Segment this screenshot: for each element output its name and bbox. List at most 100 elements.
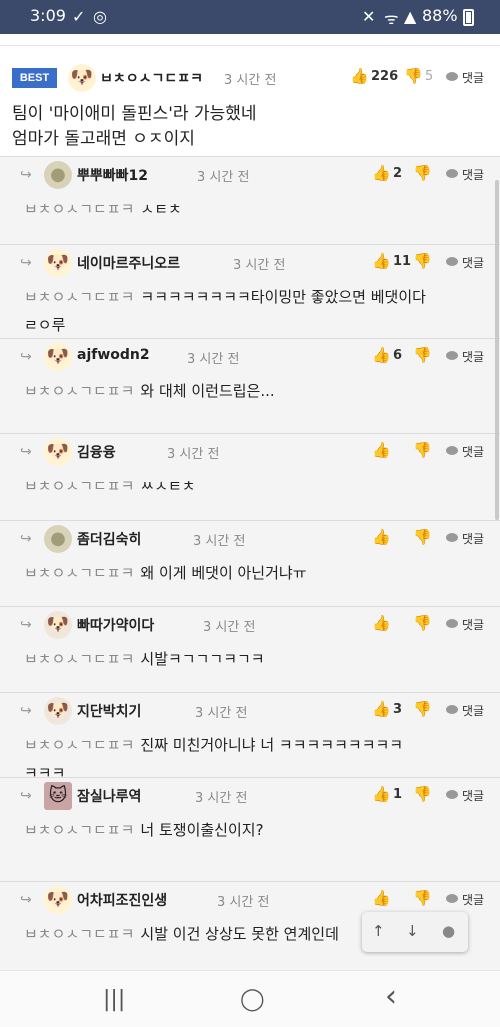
comment-body: ㅂㅊㅇㅅㄱㄷㅍㅋ ㅆㅅㅌㅊ <box>24 472 494 500</box>
home-icon[interactable]: ◯ <box>240 987 265 1012</box>
thumbs-down-icon[interactable]: 👎 <box>413 889 432 907</box>
comment-body: 팀이 '마이애미 돌핀스'라 가능했네 엄마가 돌고래면 ㅇㅈ이지 <box>12 102 257 152</box>
scrollbar[interactable] <box>495 180 499 520</box>
comment-line: ㅂㅊㅇㅅㄱㄷㅍㅋ 너 토쟁이출신이지? <box>24 816 494 844</box>
reply-button[interactable]: 댓글 <box>446 530 484 547</box>
mentioned-author[interactable]: ㅂㅊㅇㅅㄱㄷㅍㅋ <box>24 821 134 839</box>
reply-button[interactable]: 댓글 <box>446 443 484 460</box>
scroll-down-icon[interactable]: ↓ <box>406 922 419 940</box>
comment-line: ㅂㅊㅇㅅㄱㄷㅍㅋ ㅋㅋㅋㅋㅋㅋㅋㅋ타이밍만 좋았으면 베댓이다 <box>24 283 494 311</box>
reply-comment: ↪ 🐶 빠따가약이다 3 시간 전 👍 👎 댓글 ㅂㅊㅇㅅㄱㄷㅍㅋ 시발ㅋㄱㄱㄱㅋㄱㅋ <box>0 607 500 693</box>
reply-label: 댓글 <box>462 618 485 632</box>
reply-button[interactable]: 댓글 <box>446 702 484 719</box>
comment-line: ㅂㅊㅇㅅㄱㄷㅍㅋ 시발ㅋㄱㄱㄱㅋㄱㅋ <box>24 645 494 673</box>
battery-icon <box>463 9 474 26</box>
nickname[interactable]: 뿌뿌빠빠12 <box>77 165 148 185</box>
comment-text: ㅅㅌㅊ <box>140 200 182 218</box>
thumbs-up-icon[interactable]: 👍 <box>372 614 391 632</box>
chat-icon[interactable]: ● <box>442 922 455 940</box>
scroll-up-icon[interactable]: ↑ <box>372 922 385 940</box>
reply-arrow-icon: ↪ <box>20 703 32 719</box>
avatar: 🐶 <box>44 249 72 277</box>
mentioned-author[interactable]: ㅂㅊㅇㅅㄱㄷㅍㅋ <box>24 477 134 495</box>
avatar: 🐶 <box>68 64 96 92</box>
mentioned-author[interactable]: ㅂㅊㅇㅅㄱㄷㅍㅋ <box>24 925 134 943</box>
reply-label: 댓글 <box>462 532 485 546</box>
floating-toolbar: ↑ ↓ ● <box>362 912 468 952</box>
nickname[interactable]: 지단박치기 <box>77 701 141 721</box>
thumbs-down-icon[interactable]: 👎 <box>413 700 432 718</box>
reply-arrow-icon: ↪ <box>20 892 32 908</box>
reply-label: 댓글 <box>462 350 485 364</box>
mentioned-author[interactable]: ㅂㅊㅇㅅㄱㄷㅍㅋ <box>24 650 134 668</box>
thumbs-up-icon[interactable]: 👍 <box>372 700 391 718</box>
thumbs-down-icon[interactable]: 👎 <box>413 528 432 546</box>
comment-line: ㅂㅊㅇㅅㄱㄷㅍㅋ 와 대체 이런드립은... <box>24 377 494 405</box>
nickname[interactable]: 잠실나루역 <box>77 786 141 806</box>
thumbs-down-icon[interactable]: 👎 <box>413 346 432 364</box>
thumbs-up-icon[interactable]: 👍 <box>372 889 391 907</box>
nickname[interactable]: 좀더김숙히 <box>77 529 141 549</box>
reply-button[interactable]: 댓글 <box>446 348 484 365</box>
recent-apps-icon[interactable]: ||| <box>103 987 125 1012</box>
nickname[interactable]: 어차피조진인생 <box>77 890 167 910</box>
thumbs-down-icon[interactable]: 👎 <box>413 164 432 182</box>
reply-comment: ↪ 🐶 ajfwodn2 3 시간 전 👍 6 👎 댓글 ㅂㅊㅇㅅㄱㄷㅍㅋ 와 대체 이런드립은.… <box>0 339 500 434</box>
reply-label: 댓글 <box>462 704 485 718</box>
chat-bubble-icon <box>446 894 458 903</box>
comment-text: ㅆㅅㅌㅊ <box>140 477 196 495</box>
nickname[interactable]: 네이마르주니오르 <box>77 253 180 273</box>
avatar: 🐶 <box>44 343 72 371</box>
reply-button[interactable]: 댓글 <box>446 166 484 183</box>
comment-text: 와 대체 이런드립은... <box>140 382 275 400</box>
chat-bubble-icon <box>446 351 458 360</box>
comment-text: 진짜 미친거아니냐 너 ㅋㅋㅋㅋㅋㅋㅋㅋㅋ <box>140 736 404 754</box>
divider <box>0 34 500 46</box>
back-icon[interactable]: ‹ <box>385 979 397 1014</box>
avatar: 🐶 <box>44 611 72 639</box>
dislike-count: 5 <box>425 69 434 84</box>
comment-body: ㅂㅊㅇㅅㄱㄷㅍㅋ ㅅㅌㅊ <box>24 195 494 223</box>
thumbs-down-icon[interactable]: 👎 <box>413 252 432 270</box>
reply-button[interactable]: 댓글 <box>446 787 484 804</box>
avatar: 🐶 <box>44 438 72 466</box>
nickname[interactable]: 빠따가약이다 <box>77 615 154 635</box>
check-icon: ✓ <box>72 7 86 26</box>
reply-comment: ↪ 🐶 네이마르주니오르 3 시간 전 👍 11 👎 댓글 ㅂㅊㅇㅅㄱㄷㅍㅋ ㅋㅋㅋㅋㅋㅋㅋㅋ타이… <box>0 245 500 339</box>
thumbs-down-icon[interactable]: 👎 <box>404 67 423 85</box>
nickname[interactable]: 김융융 <box>77 442 116 462</box>
globe-icon: ◎ <box>93 7 107 26</box>
mentioned-author[interactable]: ㅂㅊㅇㅅㄱㄷㅍㅋ <box>24 288 134 306</box>
reply-comment: ↪ ● 뿌뿌빠빠12 3 시간 전 👍 2 👎 댓글 ㅂㅊㅇㅅㄱㄷㅍㅋ ㅅㅌㅊ <box>0 157 500 245</box>
thumbs-up-icon[interactable]: 👍 <box>372 785 391 803</box>
thumbs-up-icon[interactable]: 👍 <box>350 67 369 85</box>
thumbs-up-icon[interactable]: 👍 <box>372 528 391 546</box>
thumbs-down-icon[interactable]: 👎 <box>413 614 432 632</box>
timestamp: 3 시간 전 <box>197 170 250 185</box>
mentioned-author[interactable]: ㅂㅊㅇㅅㄱㄷㅍㅋ <box>24 200 134 218</box>
thumbs-up-icon[interactable]: 👍 <box>372 252 391 270</box>
comment-line: ㅂㅊㅇㅅㄱㄷㅍㅋ ㅆㅅㅌㅊ <box>24 472 494 500</box>
reply-comment: ↪ 🐱 잠실나루역 3 시간 전 👍 1 👎 댓글 ㅂㅊㅇㅅㄱㄷㅍㅋ 너 토쟁이출신이지? <box>0 778 500 882</box>
reply-arrow-icon: ↪ <box>20 788 32 804</box>
nickname[interactable]: ㅂㅊㅇㅅㄱㄷㅍㅋ <box>100 68 203 88</box>
timestamp: 3 시간 전 <box>195 706 248 721</box>
thumbs-up-icon[interactable]: 👍 <box>372 346 391 364</box>
nickname[interactable]: ajfwodn2 <box>77 347 150 363</box>
thumbs-down-icon[interactable]: 👎 <box>413 441 432 459</box>
thumbs-up-icon[interactable]: 👍 <box>372 164 391 182</box>
thumbs-down-icon[interactable]: 👎 <box>413 785 432 803</box>
status-time: 3:09 <box>30 6 66 25</box>
reply-button[interactable]: 댓글 <box>446 254 484 271</box>
reply-button[interactable]: 댓글 <box>446 616 484 633</box>
chat-bubble-icon <box>446 533 458 542</box>
reply-comment: ↪ 🐶 지단박치기 3 시간 전 👍 3 👎 댓글 ㅂㅊㅇㅅㄱㄷㅍㅋ 진짜 미친거아니냐 너 ㅋㅋ… <box>0 693 500 782</box>
comment-line: ㅂㅊㅇㅅㄱㄷㅍㅋ ㅅㅌㅊ <box>24 195 494 223</box>
mentioned-author[interactable]: ㅂㅊㅇㅅㄱㄷㅍㅋ <box>24 564 134 582</box>
mentioned-author[interactable]: ㅂㅊㅇㅅㄱㄷㅍㅋ <box>24 736 134 754</box>
reply-button[interactable]: 댓글 <box>446 891 484 908</box>
thumbs-up-icon[interactable]: 👍 <box>372 441 391 459</box>
reply-button[interactable]: 댓글 <box>446 69 484 86</box>
mentioned-author[interactable]: ㅂㅊㅇㅅㄱㄷㅍㅋ <box>24 382 134 400</box>
like-count: 1 <box>393 787 403 802</box>
